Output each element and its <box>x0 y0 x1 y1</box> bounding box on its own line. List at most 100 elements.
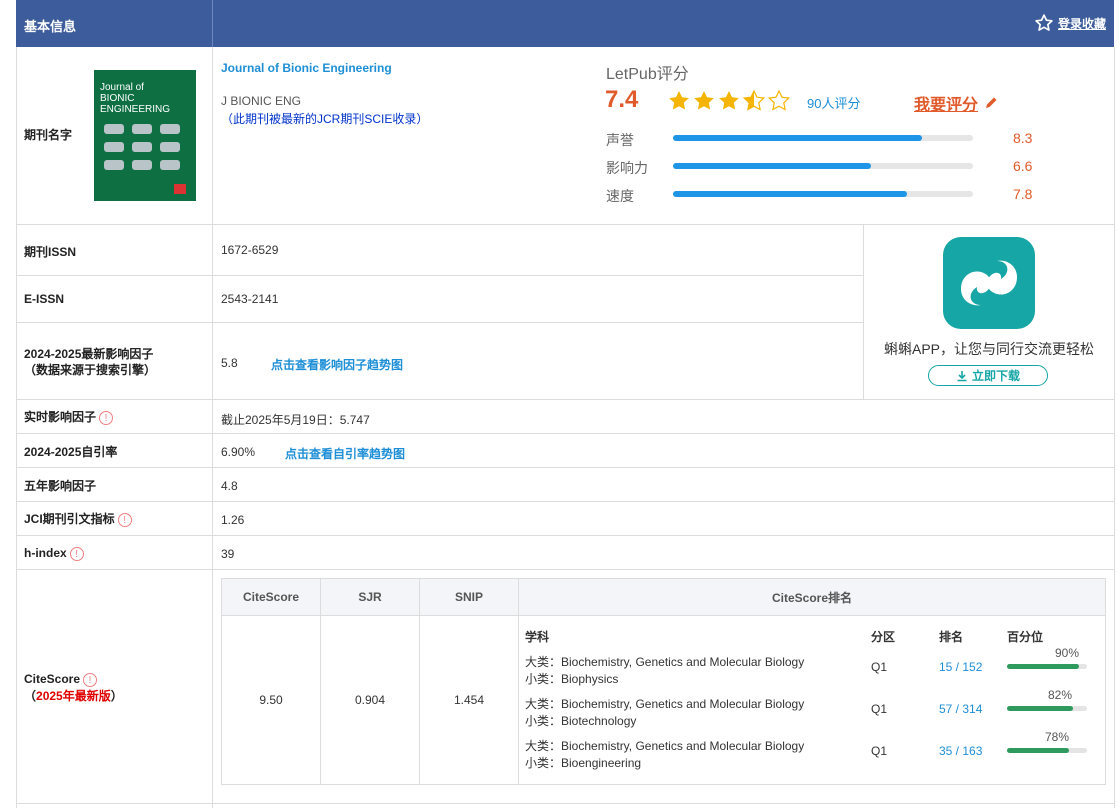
rating-item-value: 8.3 <box>1013 130 1033 146</box>
jcr-note: （此期刊被最新的JCR期刊SCIE收录） <box>221 112 429 126</box>
app-promo-text: 蝌蝌APP，让您与同行交流更轻松 <box>884 341 1095 357</box>
rank-minor-category: 小类：Biotechnology <box>525 714 637 728</box>
rank-position: 57 / 314 <box>939 702 983 716</box>
eissn-value: 2543-2141 <box>221 292 279 306</box>
citescore-label: CiteScore! <box>24 671 98 687</box>
rating-count-link[interactable]: 90人评分 <box>807 93 860 112</box>
rating-item-label: 速度 <box>606 188 634 204</box>
table-border-left <box>16 47 17 808</box>
info-icon[interactable]: ! <box>99 410 114 425</box>
info-icon[interactable]: ! <box>83 672 98 687</box>
realtime-if-label: 实时影响因子! <box>24 409 114 425</box>
h-index-label-text: h-index <box>24 546 67 560</box>
sjr-value: 0.904 <box>320 615 420 785</box>
rate-me-button[interactable]: 我要评分 <box>914 91 998 115</box>
star-rating <box>668 89 792 115</box>
percentile-bar <box>1007 664 1087 669</box>
reputation-bar <box>673 135 973 141</box>
rating-item-value: 6.6 <box>1013 158 1033 174</box>
header-divider <box>212 0 213 47</box>
rank-zone: Q1 <box>871 660 888 674</box>
download-label: 立即下载 <box>971 369 1020 383</box>
row-divider <box>16 399 1114 400</box>
column-header: CiteScore <box>221 578 321 616</box>
info-icon[interactable]: ! <box>69 546 84 561</box>
rank-major-category: 大类：Biochemistry, Genetics and Molecular … <box>525 739 805 753</box>
rate-me-label: 我要评分 <box>914 97 979 114</box>
issn-value: 1672-6529 <box>221 243 279 257</box>
impact-factor-value: 5.8 <box>221 356 238 370</box>
star-empty-icon <box>767 89 791 111</box>
app-column-divider <box>863 225 864 399</box>
subject-header: 学科 <box>525 630 550 644</box>
tadpole-logo-icon <box>961 260 1017 306</box>
percentile-bar <box>1007 706 1087 711</box>
section-header: 基本信息 登录收藏 <box>16 0 1114 47</box>
row-divider <box>16 467 1114 468</box>
column-header: SJR <box>320 578 420 616</box>
impact-bar-fill <box>673 163 871 169</box>
favorite-button[interactable]: 登录收藏 <box>1034 13 1106 33</box>
cover-figure <box>160 160 180 170</box>
rank-minor-category: 小类：Bioengineering <box>525 756 642 770</box>
eissn-label: E-ISSN <box>24 292 65 306</box>
column-header: CiteScore排名 <box>518 578 1106 616</box>
download-icon <box>957 370 967 381</box>
paren-close: ） <box>110 689 123 703</box>
citescore-table-header: CiteScore SJR SNIP CiteScore排名 <box>221 578 1106 616</box>
star-filled-icon <box>694 91 714 110</box>
percentile-bar-fill <box>1007 748 1070 753</box>
table-column-divider <box>212 47 213 808</box>
jci-label-text: JCI期刊引文指标 <box>24 512 115 526</box>
cover-figure <box>160 142 180 152</box>
percentile-bar-fill <box>1007 706 1073 711</box>
citescore-version: （2025年最新版） <box>24 688 123 704</box>
row-divider <box>16 803 1114 804</box>
download-button[interactable]: 立即下载 <box>928 365 1048 386</box>
rank-zone: Q1 <box>871 744 888 758</box>
app-logo[interactable] <box>943 237 1035 329</box>
speed-bar <box>673 191 973 197</box>
h-index-label: h-index! <box>24 545 84 561</box>
rating-title: LetPub评分 <box>606 66 689 83</box>
jci-value: 1.26 <box>221 513 245 527</box>
percentile-label: 78% <box>1045 730 1070 744</box>
zone-header: 分区 <box>871 630 896 644</box>
rating-item-value: 7.8 <box>1013 186 1033 202</box>
citescore-value: 9.50 <box>221 615 321 785</box>
row-divider <box>16 322 864 323</box>
issn-label: 期刊ISSN <box>24 245 77 259</box>
favorite-label: 登录收藏 <box>1057 16 1106 31</box>
jci-label: JCI期刊引文指标! <box>24 511 132 527</box>
row-divider <box>16 224 1114 225</box>
impact-bar <box>673 163 973 169</box>
cover-figure <box>132 124 152 134</box>
impact-factor-source: （数据来源于搜索引擎） <box>24 363 157 377</box>
snip-value: 1.454 <box>419 615 519 785</box>
cover-figure <box>104 142 124 152</box>
five-year-if-value: 4.8 <box>221 479 238 493</box>
citescore-label-text: CiteScore <box>24 672 81 686</box>
rank-position: 15 / 152 <box>939 660 983 674</box>
publisher-logo <box>174 184 186 194</box>
percentile-bar-fill <box>1007 664 1079 669</box>
self-citation-trend-link[interactable]: 点击查看自引率趋势图 <box>285 445 405 462</box>
pencil-icon <box>986 97 997 108</box>
percentile-label: 90% <box>1055 646 1080 660</box>
impact-factor-trend-link[interactable]: 点击查看影响因子趋势图 <box>271 356 403 373</box>
journal-cover-image: Journal of BIONIC ENGINEERING <box>94 70 196 201</box>
rank-position: 35 / 163 <box>939 744 983 758</box>
row-divider <box>16 275 864 276</box>
realtime-if-value: 截止2025年5月19日：5.747 <box>221 413 370 427</box>
cover-figure <box>160 124 180 134</box>
section-title: 基本信息 <box>24 19 77 34</box>
cover-figure <box>132 142 152 152</box>
star-filled-icon <box>719 91 739 110</box>
journal-full-name-link[interactable]: Journal of Bionic Engineering <box>221 61 392 75</box>
rating-score: 7.4 <box>605 86 639 113</box>
rank-header: 排名 <box>939 630 964 644</box>
info-icon[interactable]: ! <box>117 512 132 527</box>
five-year-if-label: 五年影响因子 <box>24 479 97 493</box>
table-border-right <box>1114 47 1115 808</box>
realtime-if-label-text: 实时影响因子 <box>24 410 97 424</box>
